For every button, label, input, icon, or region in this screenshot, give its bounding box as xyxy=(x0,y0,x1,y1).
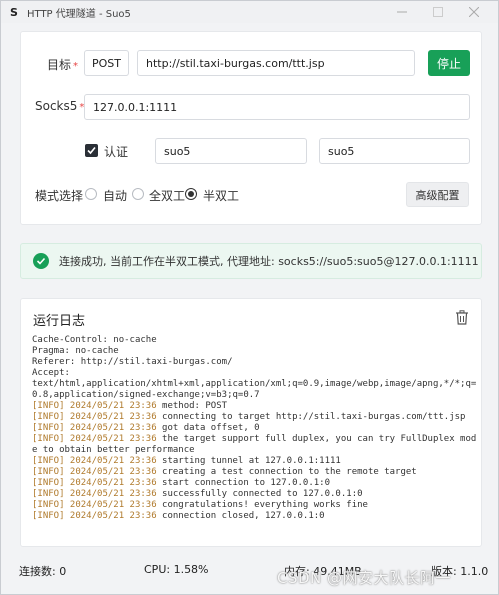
config-form: 目标 * POST http://stil.taxi-burgas.com/ttt… xyxy=(20,31,482,225)
log-line: [INFO] 2024/05/21 23:36 creating a test … xyxy=(32,467,417,477)
app-window: S HTTP 代理隧道 - Suo5 目标 * POST http://stil.… xyxy=(0,0,499,595)
mode-label-half-duplex: 半双工 xyxy=(203,189,240,203)
maximize-icon[interactable] xyxy=(420,1,456,23)
target-label: 目标 * xyxy=(47,56,78,73)
check-icon xyxy=(87,146,96,155)
log-line: [INFO] 2024/05/21 23:36 starting tunnel … xyxy=(32,456,341,466)
auth-password-input[interactable]: suo5 xyxy=(319,138,470,164)
mode-label-full-duplex: 全双工 xyxy=(149,189,186,203)
log-line: Referer: http://stil.taxi-burgas.com/ xyxy=(32,357,233,367)
stop-button[interactable]: 停止 xyxy=(428,50,470,76)
window-title: HTTP 代理隧道 - Suo5 xyxy=(27,8,131,20)
target-label-text: 目标 xyxy=(47,58,72,72)
cpu-usage: CPU: 1.58% xyxy=(144,563,209,576)
connection-count: 连接数: 0 xyxy=(19,565,67,578)
method-select[interactable]: POST xyxy=(84,50,129,76)
mode-radio-full-duplex[interactable] xyxy=(132,188,144,200)
app-logo-icon: S xyxy=(10,5,18,19)
close-icon[interactable] xyxy=(456,1,492,23)
socks5-label: Socks5 * xyxy=(35,99,84,113)
log-title: 运行日志 xyxy=(33,314,86,329)
watermark: CSDN @网安大队长阿一 xyxy=(277,569,452,587)
log-panel: 运行日志 Cache-Control: no-cache Pragma: no-c… xyxy=(20,298,482,547)
success-alert: 连接成功, 当前工作在半双工模式, 代理地址: socks5://suo5:su… xyxy=(20,243,482,279)
mode-label-auto: 自动 xyxy=(103,189,128,203)
minimize-icon[interactable] xyxy=(384,1,420,23)
log-line: Pragma: no-cache xyxy=(32,346,119,356)
socks5-label-text: Socks5 xyxy=(35,99,78,113)
target-url-input[interactable]: http://stil.taxi-burgas.com/ttt.jsp xyxy=(137,50,415,76)
mode-radio-half-duplex[interactable] xyxy=(185,188,197,200)
socks5-input[interactable]: 127.0.0.1:1111 xyxy=(84,94,470,120)
log-line: Cache-Control: no-cache xyxy=(32,335,157,345)
log-line: [INFO] 2024/05/21 23:36 connection close… xyxy=(32,511,325,521)
log-line: [INFO] 2024/05/21 23:36 start connection… xyxy=(32,478,331,488)
log-line: [INFO] 2024/05/21 23:36 congratulations!… xyxy=(32,500,368,510)
required-mark: * xyxy=(73,61,79,72)
trash-icon[interactable] xyxy=(455,310,469,325)
log-line: [INFO] 2024/05/21 23:36 the target suppo… xyxy=(32,434,477,455)
log-line: [INFO] 2024/05/21 23:36 got data offset,… xyxy=(32,423,260,433)
alert-message: 连接成功, 当前工作在半双工模式, 代理地址: socks5://suo5:su… xyxy=(59,255,479,268)
auth-username-input[interactable]: suo5 xyxy=(155,138,307,164)
log-output: Cache-Control: no-cache Pragma: no-cache R… xyxy=(32,335,477,522)
auth-label: 认证 xyxy=(104,145,129,159)
log-line: [INFO] 2024/05/21 23:36 successfully con… xyxy=(32,489,363,499)
log-line: [INFO] 2024/05/21 23:36 method: POST xyxy=(32,401,228,411)
log-line: Accept: xyxy=(32,368,70,378)
success-check-icon xyxy=(33,253,49,269)
mode-radio-auto[interactable] xyxy=(85,188,97,200)
mode-label: 模式选择 xyxy=(35,189,84,203)
auth-checkbox[interactable] xyxy=(85,144,98,157)
title-bar: S HTTP 代理隧道 - Suo5 xyxy=(1,1,498,23)
log-line: text/html,application/xhtml+xml,applicat… xyxy=(32,379,477,400)
log-line: [INFO] 2024/05/21 23:36 connecting to ta… xyxy=(32,412,466,422)
advanced-config-button[interactable]: 高级配置 xyxy=(406,182,469,207)
